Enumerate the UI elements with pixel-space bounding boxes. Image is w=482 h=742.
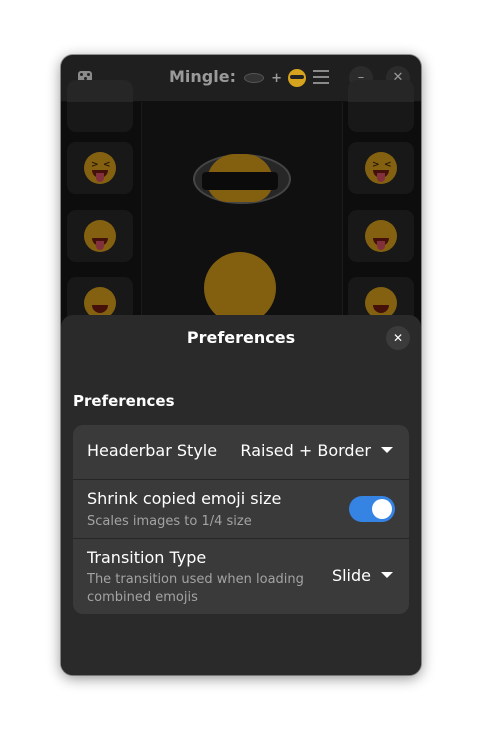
menu-icon[interactable]: [313, 70, 329, 84]
row-title: Headerbar Style: [87, 441, 218, 460]
close-icon: ✕: [392, 331, 404, 345]
transition-type-row[interactable]: Transition Type The transition used when…: [73, 539, 409, 614]
app-window: Mingle: + – ✕ > < > < Preferences ✕ Pref…: [61, 55, 421, 675]
dropdown-value: Raised + Border: [240, 441, 371, 460]
preferences-list: Headerbar Style Raised + Border Shrink c…: [73, 425, 409, 614]
group-title: Preferences: [73, 392, 175, 410]
shrink-emoji-row[interactable]: Shrink copied emoji size Scales images t…: [73, 480, 409, 539]
shrink-emoji-toggle[interactable]: [349, 496, 395, 522]
row-subtitle: Scales images to 1/4 size: [87, 514, 252, 529]
headerbar-style-row[interactable]: Headerbar Style Raised + Border: [73, 425, 409, 480]
toggle-knob: [372, 499, 392, 519]
row-title: Shrink copied emoji size: [87, 489, 282, 508]
title-plus: +: [271, 71, 283, 86]
headerbar-style-dropdown[interactable]: Raised + Border: [240, 441, 393, 460]
chevron-down-icon: [381, 447, 393, 453]
window-title: Mingle: +: [169, 67, 306, 87]
chevron-down-icon: [381, 572, 393, 578]
row-title: Transition Type: [87, 548, 207, 567]
close-dialog-button[interactable]: ✕: [386, 326, 410, 350]
row-subtitle: The transition used when loading combine…: [87, 572, 304, 605]
emoji-hole-icon: [243, 72, 264, 83]
transition-type-dropdown[interactable]: Slide: [332, 566, 393, 585]
title-text: Mingle:: [169, 67, 236, 86]
dropdown-value: Slide: [331, 566, 371, 585]
dialog-title: Preferences: [186, 328, 296, 347]
sunglasses-face-icon: [287, 68, 306, 87]
preferences-dialog: Preferences ✕ Preferences Headerbar Styl…: [61, 315, 421, 675]
